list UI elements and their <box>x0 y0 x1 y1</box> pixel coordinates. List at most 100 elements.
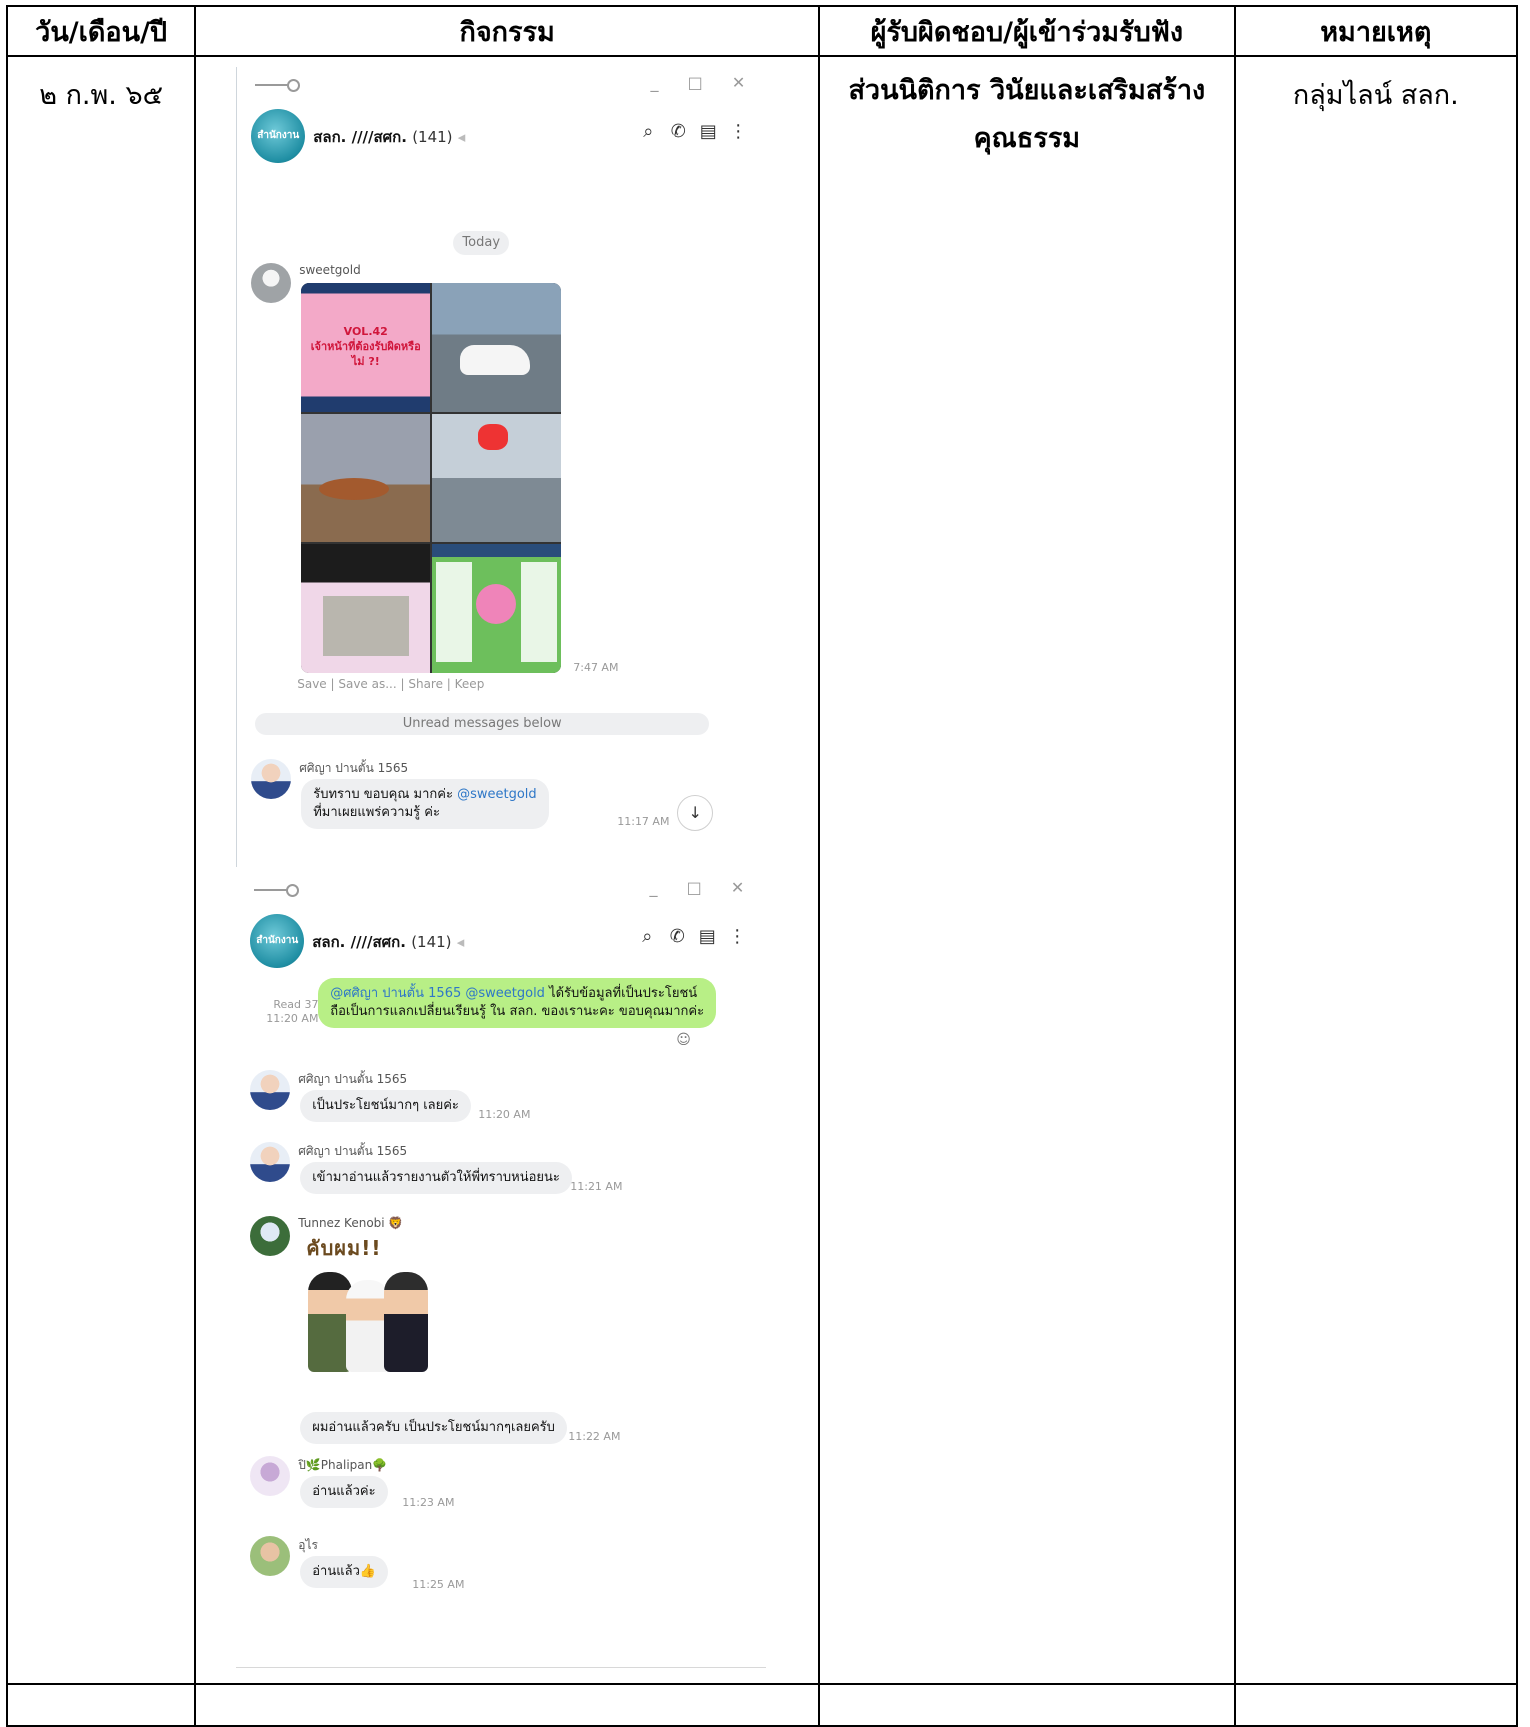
more-icon[interactable]: ⋮ <box>722 926 752 947</box>
album-image[interactable] <box>432 413 562 543</box>
message-time: 11:21 AM <box>570 1180 623 1193</box>
image-actions[interactable]: Save | Save as... | Share | Keep <box>297 677 484 691</box>
empty-cell <box>1233 1683 1519 1727</box>
avatar <box>251 263 292 303</box>
phone-icon[interactable]: ✆ <box>663 121 693 142</box>
responsible-line: คุณธรรม <box>973 123 1081 154</box>
member-count: (141) <box>412 128 453 146</box>
message: ปิ🌿Phalipan🌳 อ่านแล้วค่ะ 11:23 AM <box>250 1456 756 1516</box>
album-image[interactable] <box>432 544 562 673</box>
group-name: สลก. ////สศก. <box>313 128 407 146</box>
message-time: 11:17 AM <box>617 815 670 828</box>
mute-icon: ◂ <box>457 128 466 146</box>
pin-handle-icon[interactable] <box>254 884 300 897</box>
header-note: หมายเหตุ <box>1233 5 1519 57</box>
group-avatar: สำนักงาน <box>250 914 305 968</box>
header-activity: กิจกรรม <box>194 5 821 57</box>
message-time: 11:23 AM <box>402 1496 455 1509</box>
table-row: ๒ ก.พ. ๖๕ _ □ ✕ สำนักงาน สลก. ////สศก. (… <box>5 55 1519 1685</box>
message-time: 11:22 AM <box>568 1430 621 1443</box>
responsible-line: ส่วนนิติการ วินัยและเสริมสร้าง <box>848 75 1206 106</box>
chat-header: สำนักงาน สลก. ////สศก. (141) ◂ ⌕ ✆ ▤ ⋮ <box>237 103 767 169</box>
notes-icon[interactable]: ▤ <box>693 121 723 142</box>
message-time: 11:20 AM <box>478 1108 531 1121</box>
message-bubble: อ่านแล้วค่ะ <box>300 1476 388 1508</box>
album-image[interactable]: VOL.42 เจ้าหน้าที่ต้องรับผิดหรือไม่ ?! <box>301 283 431 412</box>
table-row <box>5 1683 1519 1727</box>
message-time: 11:25 AM <box>412 1578 465 1591</box>
message: อุไร อ่านแล้ว👍 11:25 AM <box>250 1536 756 1596</box>
group-avatar: สำนักงาน <box>251 109 306 163</box>
message: ศศิญา ปานตั้น 1565 เป็นประโยชน์มากๆ เลยค… <box>250 1070 756 1130</box>
member-count: (141) <box>411 933 452 951</box>
header-responsible: ผู้รับผิดชอบ/ผู้เข้าร่วมรับฟัง <box>818 5 1236 57</box>
window-titlebar: _ □ ✕ <box>236 872 766 908</box>
group-title: สลก. ////สศก. (141) ◂ <box>313 125 465 149</box>
empty-cell <box>194 1683 821 1727</box>
message-bubble: ผมอ่านแล้วครับ เป็นประโยชน์มากๆเลยครับ <box>300 1412 567 1444</box>
header-actions: ⌕ ✆ ▤ ⋮ <box>632 926 752 947</box>
more-icon[interactable]: ⋮ <box>723 121 753 142</box>
window-buttons[interactable]: _ □ ✕ <box>650 878 757 897</box>
responsible-cell: ส่วนนิติการ วินัยและเสริมสร้าง คุณธรรม <box>818 55 1236 1685</box>
album-image-caption: VOL.42 เจ้าหน้าที่ต้องรับผิดหรือไม่ ?! <box>310 325 421 368</box>
sticker-caption: คับผม!! <box>306 1236 382 1260</box>
message-bubble: อ่านแล้ว👍 <box>300 1556 389 1588</box>
phone-icon[interactable]: ✆ <box>662 926 692 947</box>
mention-link[interactable]: @sweetgold <box>457 787 537 802</box>
chat-screenshot-1: _ □ ✕ สำนักงาน สลก. ////สศก. (141) ◂ ⌕ ✆ ▤… <box>236 67 768 867</box>
sender-name: อุไร <box>298 1538 318 1552</box>
sticker-figure <box>384 1272 429 1372</box>
group-title: สลก. ////สศก. (141) ◂ <box>312 930 464 954</box>
message: ศศิญา ปานตั้น 1565 เข้ามาอ่านแล้วรายงานต… <box>250 1142 756 1202</box>
message-post: sweetgold VOL.42 เจ้าหน้าที่ต้องรับผิดหร… <box>251 263 757 683</box>
sender-name: ศศิญา ปานตั้น 1565 <box>298 1144 408 1158</box>
sender-name: ศศิญา ปานตั้น 1565 <box>298 1072 408 1086</box>
note-cell: กลุ่มไลน์ สลก. <box>1233 55 1519 1685</box>
album-image[interactable] <box>432 283 562 412</box>
sticker-image[interactable]: คับผม!! <box>302 1232 432 1372</box>
reaction-icon[interactable]: ☺ <box>676 1032 691 1048</box>
chat-header: สำนักงาน สลก. ////สศก. (141) ◂ ⌕ ✆ ▤ ⋮ <box>236 908 766 974</box>
notes-icon[interactable]: ▤ <box>692 926 722 947</box>
message: ศศิญา ปานตั้น 1565 รับทราบ ขอบคุณ มากค่ะ… <box>251 759 757 839</box>
album-image[interactable] <box>301 413 431 543</box>
today-divider: Today <box>453 231 510 255</box>
mute-icon: ◂ <box>456 933 465 951</box>
message-time: 7:47 AM <box>573 661 619 674</box>
avatar <box>250 1536 291 1576</box>
avatar <box>250 1216 291 1256</box>
message-bubble: เป็นประโยชน์มากๆ เลยค่ะ <box>300 1090 471 1122</box>
unread-divider: Unread messages below <box>255 713 710 735</box>
chat-screenshot-2: _ □ ✕ สำนักงาน สลก. ////สศก. (141) ◂ ⌕ ✆ ▤… <box>236 872 767 1668</box>
image-album[interactable]: VOL.42 เจ้าหน้าที่ต้องรับผิดหรือไม่ ?! <box>301 283 562 673</box>
header-actions: ⌕ ✆ ▤ ⋮ <box>633 121 753 142</box>
own-message-bubble: @ศศิญา ปานตั้น 1565 @sweetgold ได้รับข้อ… <box>318 978 717 1028</box>
date-cell: ๒ ก.พ. ๖๕ <box>5 55 197 1685</box>
empty-cell <box>5 1683 197 1727</box>
search-icon[interactable]: ⌕ <box>633 121 663 142</box>
window-titlebar: _ □ ✕ <box>237 67 767 103</box>
activity-log-table: วัน/เดือน/ปี กิจกรรม ผู้รับผิดชอบ/ผู้เข้… <box>5 5 1519 1727</box>
window-buttons[interactable]: _ □ ✕ <box>651 73 758 92</box>
mention-link[interactable]: @ศศิญา ปานตั้น 1565 @sweetgold <box>330 986 545 1001</box>
header-date: วัน/เดือน/ปี <box>5 5 197 57</box>
avatar <box>250 1142 291 1182</box>
header-row: วัน/เดือน/ปี กิจกรรม ผู้รับผิดชอบ/ผู้เข้… <box>5 5 1519 57</box>
sender-name: ศศิญา ปานตั้น 1565 <box>299 761 409 775</box>
pin-handle-icon[interactable] <box>255 79 301 92</box>
sender-name: Tunnez Kenobi 🦁 <box>298 1216 404 1230</box>
read-receipt: Read 37 11:20 AM <box>266 998 319 1025</box>
empty-cell <box>818 1683 1236 1727</box>
avatar <box>250 1456 291 1496</box>
search-icon[interactable]: ⌕ <box>632 926 662 947</box>
avatar <box>250 1070 291 1110</box>
message-bubble: รับทราบ ขอบคุณ มากค่ะ @sweetgold ที่มาเผ… <box>301 779 549 829</box>
sender-name: sweetgold <box>299 263 361 277</box>
avatar <box>251 759 292 799</box>
group-name: สลก. ////สศก. <box>312 933 406 951</box>
album-image[interactable] <box>301 544 431 673</box>
sender-name: ปิ🌿Phalipan🌳 <box>298 1458 388 1472</box>
scroll-down-icon[interactable]: ↓ <box>677 795 714 831</box>
activity-cell: _ □ ✕ สำนักงาน สลก. ////สศก. (141) ◂ ⌕ ✆ ▤… <box>194 55 821 1685</box>
